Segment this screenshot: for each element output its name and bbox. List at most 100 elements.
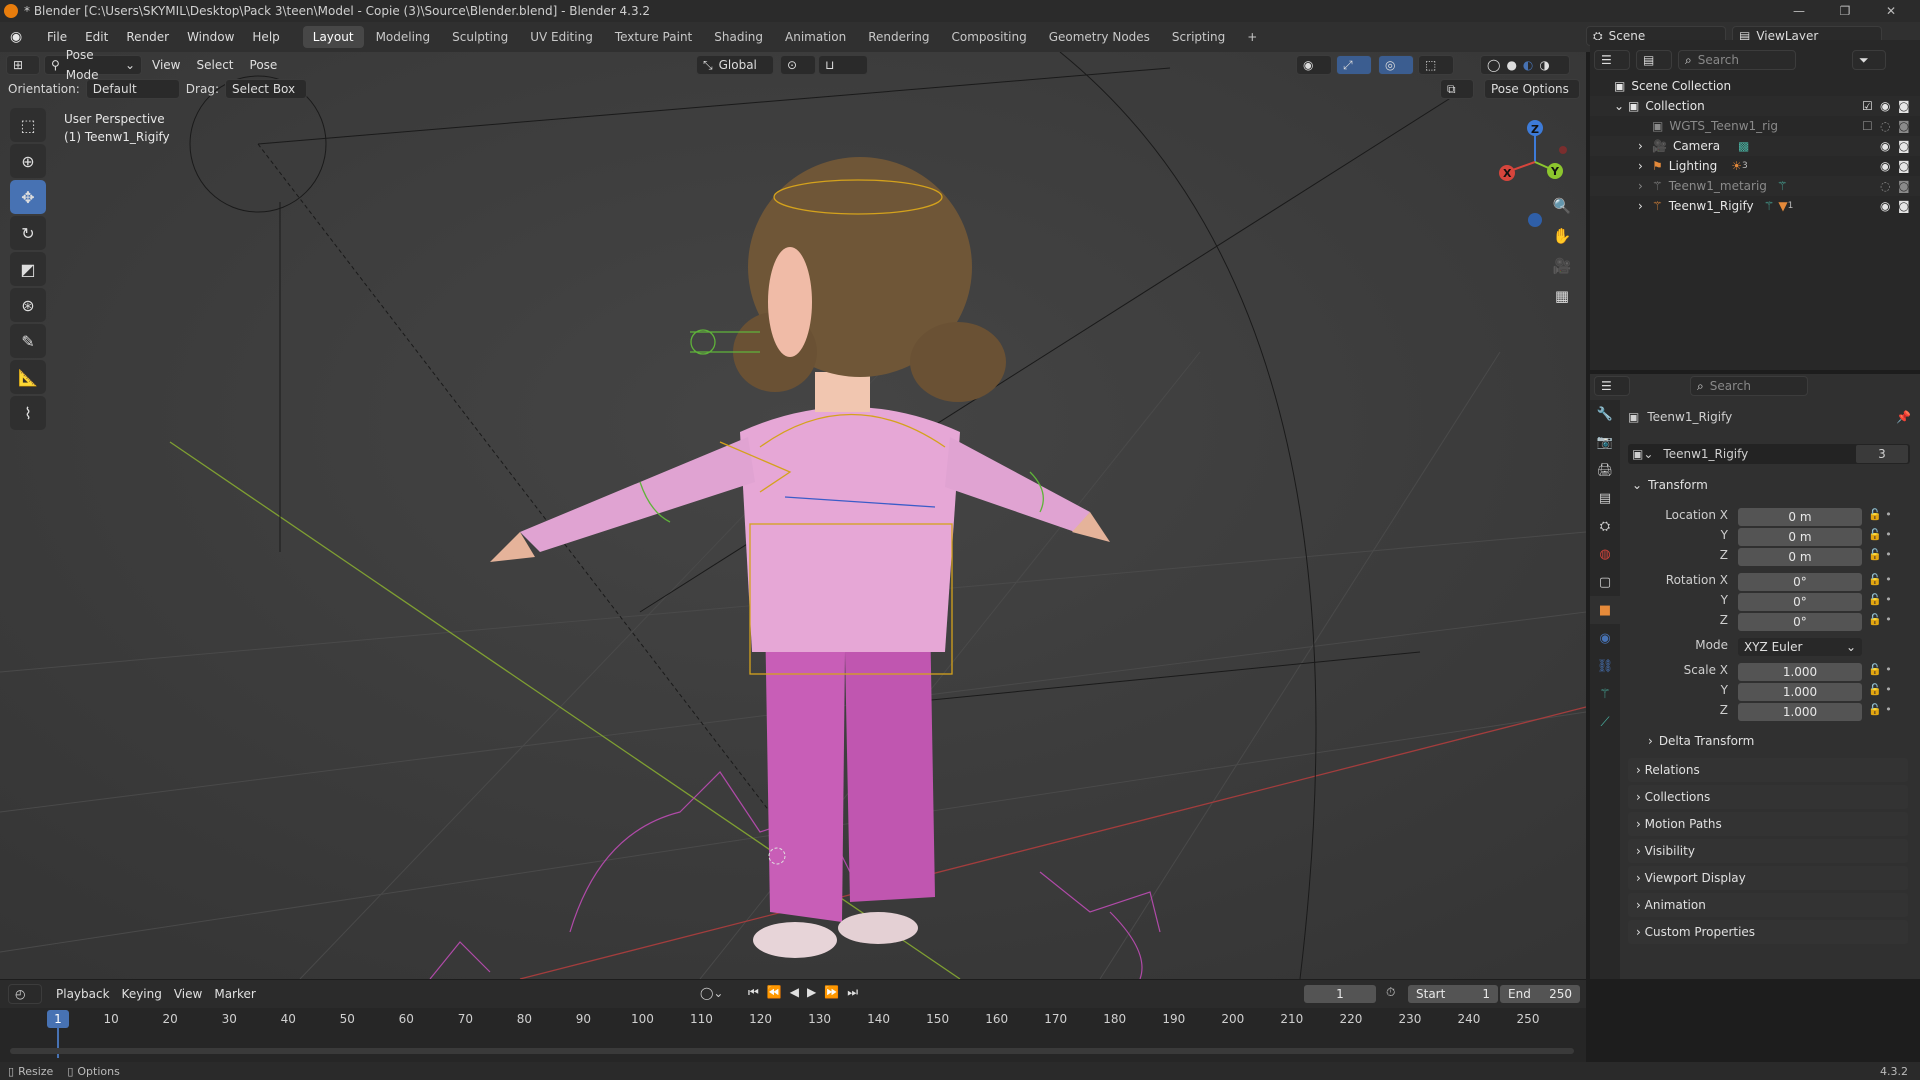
solid-shading-icon[interactable]: ● [1506,55,1516,75]
world-tab-icon[interactable]: ◍ [1590,540,1620,568]
mode-selector[interactable]: ⚲ Pose Mode ⌄ [44,48,142,82]
move-tool[interactable]: ✥ [10,180,46,214]
tab-modeling[interactable]: Modeling [366,26,441,48]
transform-tool[interactable]: ⊛ [10,288,46,322]
motion-paths-section[interactable]: › Motion Paths [1628,812,1908,836]
outliner-row-collection[interactable]: ⌄ ▣ Collection ☑ ◉ ◙ [1590,96,1920,116]
lock-icon[interactable]: 🔓 • [1868,508,1908,528]
auto-keying-icon[interactable]: ◯⌄ [700,986,723,1000]
shading-mode-buttons[interactable]: ◯ ● ◐ ◑ [1480,55,1570,75]
armature-data-tab-icon[interactable]: ⚚ [1590,680,1620,708]
minimize-button[interactable]: — [1776,0,1822,22]
pose-options-dropdown[interactable]: Pose Options [1484,79,1580,99]
end-frame-field[interactable]: End 250 [1500,985,1580,1003]
menu-help[interactable]: Help [243,22,288,52]
timeline-scrollbar[interactable] [10,1048,1574,1054]
measure-tool[interactable]: 📐 [10,360,46,394]
checkbox-icon[interactable]: ☐ [1862,119,1873,133]
lock-icon[interactable]: 🔓 • [1868,548,1908,573]
rendered-shading-icon[interactable]: ◑ [1539,55,1549,75]
ortho-grid-icon[interactable]: ▦ [1547,282,1577,310]
visibility-section[interactable]: › Visibility [1628,839,1908,863]
menu-marker[interactable]: Marker [208,987,261,1001]
eye-icon[interactable]: ◉ [1880,139,1890,153]
filter-icon[interactable]: ⏷ [1852,50,1886,70]
gizmo-toggle[interactable]: ⤢ [1336,55,1372,75]
orientation-dropdown[interactable]: Default [85,79,180,99]
outliner-search-input[interactable]: ⌕ Search [1678,50,1796,70]
rotation-mode-dropdown[interactable]: XYZ Euler ⌄ [1738,638,1862,656]
render-tab-icon[interactable]: 📷 [1590,428,1620,456]
delta-transform-header[interactable]: › Delta Transform [1648,734,1754,748]
menu-select[interactable]: Select [190,58,239,72]
wireframe-shading-icon[interactable]: ◯ [1487,55,1500,75]
tab-animation[interactable]: Animation [775,26,856,48]
object-name-field[interactable]: ▣⌄ Teenw1_Rigify 3 [1628,444,1910,464]
tab-compositing[interactable]: Compositing [941,26,1036,48]
camera-render-icon[interactable]: ◙ [1898,199,1910,213]
lock-icon[interactable]: 🔓 • [1868,683,1908,703]
tab-texture-paint[interactable]: Texture Paint [605,26,702,48]
outliner-row-camera[interactable]: › 🎥 Camera ▩ ◉ ◙ [1590,136,1920,156]
tool-tab-icon[interactable]: 🔧 [1590,400,1620,428]
close-button[interactable]: ✕ [1868,0,1914,22]
eye-icon[interactable]: ◉ [1880,159,1890,173]
camera-render-icon[interactable]: ◙ [1898,99,1910,113]
users-count[interactable]: 3 [1856,445,1908,463]
scene-tab-icon[interactable]: ⛭ [1590,512,1620,540]
animation-section[interactable]: › Animation [1628,893,1908,917]
eye-icon[interactable]: ◉ [1880,99,1890,113]
properties-editor-type-icon[interactable]: ☰ [1594,376,1630,396]
location-y-field[interactable]: 0 m [1738,528,1862,546]
outliner-row-wgts[interactable]: ▣ WGTS_Teenw1_rig ☐ ◌ ◙ [1590,116,1920,136]
annotate-tool[interactable]: ✎ [10,324,46,358]
tab-uv-editing[interactable]: UV Editing [520,26,603,48]
transform-section-header[interactable]: ⌄ Transform [1632,478,1708,492]
location-x-field[interactable]: 0 m [1738,508,1862,526]
pin-icon[interactable]: 📌 [1896,410,1911,424]
checkbox-icon[interactable]: ☑ [1862,99,1873,113]
menu-pose[interactable]: Pose [244,58,284,72]
physics-tab-icon[interactable]: ◉ [1590,624,1620,652]
scale-x-field[interactable]: 1.000 [1738,663,1862,681]
xray-toggle[interactable]: ⬚ [1418,55,1454,75]
camera-view-icon[interactable]: 🎥 [1547,252,1577,280]
3d-viewport[interactable]: Z X Y 🔍 ✋ 🎥 ▦ User Perspective (1) Teenw… [0,52,1586,979]
menu-keying[interactable]: Keying [116,987,168,1001]
location-z-field[interactable]: 0 m [1738,548,1862,566]
rotate-tool[interactable]: ↻ [10,216,46,250]
jump-keyframe-back-icon[interactable]: ⏪ [767,985,782,1000]
eye-closed-icon[interactable]: ◌ [1880,119,1890,133]
scale-z-field[interactable]: 1.000 [1738,703,1862,721]
lock-icon[interactable]: 🔓 • [1868,703,1908,723]
camera-render-icon[interactable]: ◙ [1898,179,1910,193]
outliner-editor-type-icon[interactable]: ☰ [1594,50,1630,70]
jump-end-icon[interactable]: ⏭ [847,985,858,1000]
scale-y-field[interactable]: 1.000 [1738,683,1862,701]
stopwatch-icon[interactable]: ⏱ [1386,985,1395,1000]
lock-icon[interactable]: 🔓 • [1868,663,1908,683]
select-box-tool[interactable]: ⬚ [10,108,46,142]
menu-view[interactable]: View [146,58,186,72]
blender-menu-icon[interactable]: ◉ [10,29,32,45]
display-mode-icon[interactable]: ▤ [1636,50,1672,70]
menu-playback[interactable]: Playback [50,987,116,1001]
current-frame-field[interactable]: 1 [1304,985,1376,1003]
rotation-x-field[interactable]: 0° [1738,573,1862,591]
rotation-z-field[interactable]: 0° [1738,613,1862,631]
maximize-button[interactable]: ❐ [1822,0,1868,22]
properties-search-input[interactable]: ⌕ Search [1690,376,1808,396]
transform-orientation-selector[interactable]: ⤡ Global [696,55,774,75]
outliner-row-scene-collection[interactable]: ▣ Scene Collection [1590,76,1920,96]
menu-window[interactable]: Window [178,22,243,52]
bone-size-tool[interactable]: ⌇ [10,396,46,430]
overlay-toggle[interactable]: ◎ [1378,55,1414,75]
material-shading-icon[interactable]: ◐ [1523,55,1533,75]
tab-shading[interactable]: Shading [704,26,773,48]
camera-render-icon[interactable]: ◙ [1898,139,1910,153]
relations-section[interactable]: › Relations [1628,758,1908,782]
pivot-point-selector[interactable]: ⊙ [780,55,816,75]
jump-keyframe-forward-icon[interactable]: ⏩ [824,985,839,1000]
play-icon[interactable]: ▶ [807,985,816,1000]
custom-properties-section[interactable]: › Custom Properties [1628,920,1908,944]
